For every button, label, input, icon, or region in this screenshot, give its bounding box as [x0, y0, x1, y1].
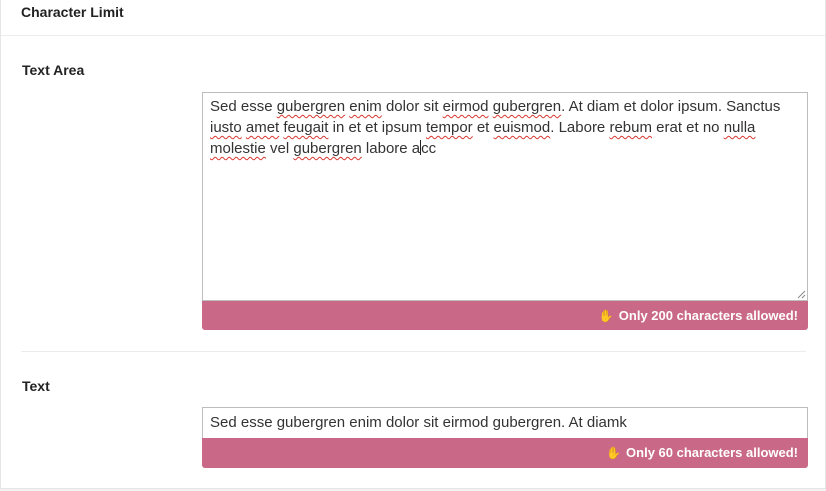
section-divider: [21, 351, 806, 352]
misspelled-word: amet: [245, 119, 280, 136]
text-segment: . Labore: [550, 119, 610, 136]
text-limit-message: ✋ Only 60 characters allowed!: [202, 438, 808, 468]
text-segment: Sed esse: [210, 98, 277, 115]
textarea-limit-message: ✋ Only 200 characters allowed!: [202, 301, 808, 330]
misspelled-word: rebum: [609, 119, 652, 136]
text-segment: et: [472, 119, 494, 136]
panel-title: Character Limit: [21, 4, 124, 20]
misspelled-word: gubergren: [492, 98, 562, 115]
text-segment: vel: [265, 140, 294, 157]
misspelled-word: gubergren: [293, 140, 362, 157]
character-limit-panel: Character Limit Text Area Sed esse guber…: [0, 0, 826, 489]
misspelled-word: molestie: [210, 140, 266, 157]
panel-header: Character Limit: [1, 0, 825, 36]
misspelled-word: euismod: [493, 119, 551, 136]
misspelled-word: iusto: [210, 119, 242, 136]
text-area-input[interactable]: Sed esse gubergren enim dolor sit eirmod…: [202, 92, 808, 301]
misspelled-word: gubergren: [276, 98, 346, 115]
misspelled-word: eirmod: [442, 98, 489, 115]
misspelled-word: feugait: [283, 119, 329, 136]
text-segment: cc: [421, 140, 437, 157]
text-segment: labore a: [361, 140, 421, 157]
hand-stop-icon: ✋: [598, 309, 614, 323]
textarea-label: Text Area: [22, 62, 85, 78]
text-input[interactable]: Sed esse gubergren enim dolor sit eirmod…: [202, 407, 808, 438]
resize-grip-icon[interactable]: [797, 290, 806, 299]
text-segment: erat et no: [651, 119, 724, 136]
hand-stop-icon: ✋: [606, 446, 622, 460]
misspelled-word: nulla: [723, 119, 756, 136]
text-segment: . At diam et dolor ipsum. Sanctus: [561, 98, 781, 115]
text-segment: in et et ipsum: [328, 119, 426, 136]
text-segment: dolor sit: [381, 98, 443, 115]
textarea-limit-text: Only 200 characters allowed!: [618, 308, 798, 323]
text-limit-text: Only 60 characters allowed!: [626, 445, 798, 460]
text-label: Text: [22, 378, 50, 394]
text-area-value: Sed esse gubergren enim dolor sit eirmod…: [210, 98, 780, 157]
misspelled-word: enim: [349, 98, 382, 115]
misspelled-word: tempor: [425, 119, 473, 136]
